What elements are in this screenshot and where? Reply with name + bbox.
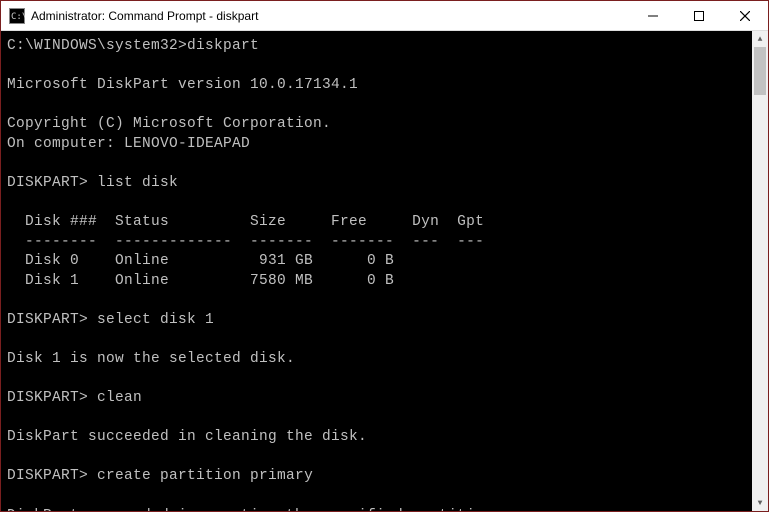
prompt-path: C:\WINDOWS\system32> bbox=[7, 38, 187, 54]
maximize-button[interactable] bbox=[676, 1, 722, 31]
titlebar[interactable]: C:\ Administrator: Command Prompt - disk… bbox=[1, 1, 768, 31]
table-header: Disk ### Status Size Free Dyn Gpt bbox=[7, 214, 484, 230]
table-divider: -------- ------------- ------- ------- -… bbox=[7, 234, 484, 250]
console-area: C:\WINDOWS\system32>diskpart Microsoft D… bbox=[1, 31, 768, 511]
diskpart-prompt: DISKPART> bbox=[7, 312, 88, 328]
console-output[interactable]: C:\WINDOWS\system32>diskpart Microsoft D… bbox=[1, 31, 752, 511]
diskpart-prompt: DISKPART> bbox=[7, 390, 88, 406]
window: C:\ Administrator: Command Prompt - disk… bbox=[1, 1, 768, 511]
diskpart-prompt: DISKPART> bbox=[7, 468, 88, 484]
msg-clean: DiskPart succeeded in cleaning the disk. bbox=[7, 429, 367, 445]
cmd-list-disk: list disk bbox=[97, 175, 178, 191]
msg-selected: Disk 1 is now the selected disk. bbox=[7, 351, 295, 367]
vertical-scrollbar[interactable]: ▲ ▼ bbox=[752, 31, 768, 511]
svg-text:C:\: C:\ bbox=[11, 12, 25, 22]
scroll-thumb[interactable] bbox=[754, 47, 766, 95]
minimize-button[interactable] bbox=[630, 1, 676, 31]
copyright-line: Copyright (C) Microsoft Corporation. bbox=[7, 116, 331, 132]
cmd-clean: clean bbox=[97, 390, 142, 406]
close-button[interactable] bbox=[722, 1, 768, 31]
cmd-initial: diskpart bbox=[187, 38, 259, 54]
computer-line: On computer: LENOVO-IDEAPAD bbox=[7, 136, 250, 152]
msg-create: DiskPart succeeded in creating the speci… bbox=[7, 508, 502, 512]
scroll-up-arrow-icon[interactable]: ▲ bbox=[752, 31, 768, 47]
diskpart-prompt: DISKPART> bbox=[7, 175, 88, 191]
cmd-select-disk: select disk 1 bbox=[97, 312, 214, 328]
version-line: Microsoft DiskPart version 10.0.17134.1 bbox=[7, 77, 358, 93]
scroll-down-arrow-icon[interactable]: ▼ bbox=[752, 495, 768, 511]
cmd-create-partition: create partition primary bbox=[97, 468, 313, 484]
table-row: Disk 0 Online 931 GB 0 B bbox=[7, 253, 394, 269]
window-title: Administrator: Command Prompt - diskpart bbox=[31, 9, 630, 23]
cmd-icon: C:\ bbox=[9, 8, 25, 24]
table-row: Disk 1 Online 7580 MB 0 B bbox=[7, 273, 394, 289]
